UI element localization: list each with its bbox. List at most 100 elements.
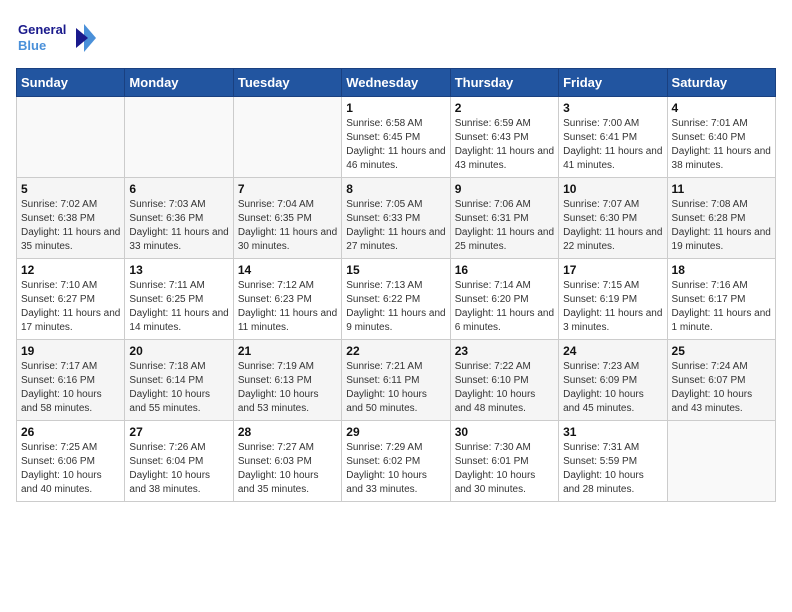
day-info: Sunrise: 7:05 AM Sunset: 6:33 PM Dayligh… [346,198,445,254]
day-number: 25 [672,344,771,358]
day-info: Sunrise: 7:26 AM Sunset: 6:04 PM Dayligh… [129,441,228,497]
header-day: Monday [125,69,233,97]
day-info: Sunrise: 7:00 AM Sunset: 6:41 PM Dayligh… [563,117,662,173]
header-day: Wednesday [342,69,450,97]
calendar-cell: 19 Sunrise: 7:17 AM Sunset: 6:16 PM Dayli… [17,340,125,421]
calendar-cell: 27 Sunrise: 7:26 AM Sunset: 6:04 PM Dayli… [125,421,233,502]
calendar-cell [667,421,775,502]
calendar-cell: 2 Sunrise: 6:59 AM Sunset: 6:43 PM Daylig… [450,97,558,178]
day-info: Sunrise: 7:24 AM Sunset: 6:07 PM Dayligh… [672,360,771,416]
day-number: 21 [238,344,337,358]
calendar-week: 12 Sunrise: 7:10 AM Sunset: 6:27 PM Dayli… [17,259,776,340]
calendar-cell: 23 Sunrise: 7:22 AM Sunset: 6:10 PM Dayli… [450,340,558,421]
day-number: 14 [238,263,337,277]
header-day: Tuesday [233,69,341,97]
calendar-cell: 26 Sunrise: 7:25 AM Sunset: 6:06 PM Dayli… [17,421,125,502]
day-number: 31 [563,425,662,439]
calendar-cell: 24 Sunrise: 7:23 AM Sunset: 6:09 PM Dayli… [559,340,667,421]
calendar-cell: 18Sunrise: 7:16 AM Sunset: 6:17 PM Dayli… [667,259,775,340]
day-info: Sunrise: 7:04 AM Sunset: 6:35 PM Dayligh… [238,198,337,254]
day-info: Sunrise: 7:14 AM Sunset: 6:20 PM Dayligh… [455,279,554,335]
day-number: 9 [455,182,554,196]
day-number: 7 [238,182,337,196]
day-info: Sunrise: 7:22 AM Sunset: 6:10 PM Dayligh… [455,360,554,416]
day-number: 27 [129,425,228,439]
day-info: Sunrise: 7:15 AM Sunset: 6:19 PM Dayligh… [563,279,662,335]
day-info: Sunrise: 7:19 AM Sunset: 6:13 PM Dayligh… [238,360,337,416]
calendar-cell [125,97,233,178]
calendar-cell [233,97,341,178]
day-number: 20 [129,344,228,358]
day-number: 8 [346,182,445,196]
day-number: 13 [129,263,228,277]
calendar-cell: 5Sunrise: 7:02 AM Sunset: 6:38 PM Daylig… [17,178,125,259]
calendar-cell: 29Sunrise: 7:29 AM Sunset: 6:02 PM Dayli… [342,421,450,502]
day-info: Sunrise: 7:02 AM Sunset: 6:38 PM Dayligh… [21,198,120,254]
calendar-week: 1 Sunrise: 6:58 AM Sunset: 6:45 PM Daylig… [17,97,776,178]
day-info: Sunrise: 7:30 AM Sunset: 6:01 PM Dayligh… [455,441,554,497]
svg-text:General: General [18,22,66,37]
day-number: 1 [346,101,445,115]
calendar-cell: 6Sunrise: 7:03 AM Sunset: 6:36 PM Daylig… [125,178,233,259]
calendar-cell: 30 Sunrise: 7:30 AM Sunset: 6:01 PM Dayli… [450,421,558,502]
calendar-cell: 20 Sunrise: 7:18 AM Sunset: 6:14 PM Dayli… [125,340,233,421]
day-info: Sunrise: 7:31 AM Sunset: 5:59 PM Dayligh… [563,441,662,497]
day-number: 26 [21,425,120,439]
calendar-cell: 12 Sunrise: 7:10 AM Sunset: 6:27 PM Dayli… [17,259,125,340]
calendar-cell: 13 Sunrise: 7:11 AM Sunset: 6:25 PM Dayli… [125,259,233,340]
day-info: Sunrise: 7:10 AM Sunset: 6:27 PM Dayligh… [21,279,120,335]
day-info: Sunrise: 6:58 AM Sunset: 6:45 PM Dayligh… [346,117,445,173]
calendar-cell: 28Sunrise: 7:27 AM Sunset: 6:03 PM Dayli… [233,421,341,502]
day-info: Sunrise: 7:06 AM Sunset: 6:31 PM Dayligh… [455,198,554,254]
header-row: SundayMondayTuesdayWednesdayThursdayFrid… [17,69,776,97]
day-number: 16 [455,263,554,277]
calendar-header: SundayMondayTuesdayWednesdayThursdayFrid… [17,69,776,97]
day-number: 4 [672,101,771,115]
day-number: 18 [672,263,771,277]
day-number: 6 [129,182,228,196]
calendar-cell: 3Sunrise: 7:00 AM Sunset: 6:41 PM Daylig… [559,97,667,178]
day-info: Sunrise: 6:59 AM Sunset: 6:43 PM Dayligh… [455,117,554,173]
day-info: Sunrise: 7:18 AM Sunset: 6:14 PM Dayligh… [129,360,228,416]
calendar-table: SundayMondayTuesdayWednesdayThursdayFrid… [16,68,776,502]
day-number: 28 [238,425,337,439]
calendar-week: 19 Sunrise: 7:17 AM Sunset: 6:16 PM Dayli… [17,340,776,421]
day-info: Sunrise: 7:01 AM Sunset: 6:40 PM Dayligh… [672,117,771,173]
day-info: Sunrise: 7:29 AM Sunset: 6:02 PM Dayligh… [346,441,445,497]
calendar-cell: 17 Sunrise: 7:15 AM Sunset: 6:19 PM Dayli… [559,259,667,340]
day-info: Sunrise: 7:21 AM Sunset: 6:11 PM Dayligh… [346,360,445,416]
calendar-week: 26 Sunrise: 7:25 AM Sunset: 6:06 PM Dayli… [17,421,776,502]
calendar-cell: 14Sunrise: 7:12 AM Sunset: 6:23 PM Dayli… [233,259,341,340]
day-info: Sunrise: 7:08 AM Sunset: 6:28 PM Dayligh… [672,198,771,254]
day-number: 12 [21,263,120,277]
calendar-cell: 16 Sunrise: 7:14 AM Sunset: 6:20 PM Dayli… [450,259,558,340]
calendar-cell: 21 Sunrise: 7:19 AM Sunset: 6:13 PM Dayli… [233,340,341,421]
day-number: 22 [346,344,445,358]
day-number: 10 [563,182,662,196]
day-number: 2 [455,101,554,115]
page-header: General Blue [16,16,776,60]
day-number: 24 [563,344,662,358]
day-number: 11 [672,182,771,196]
day-info: Sunrise: 7:23 AM Sunset: 6:09 PM Dayligh… [563,360,662,416]
calendar-body: 1 Sunrise: 6:58 AM Sunset: 6:45 PM Daylig… [17,97,776,502]
logo: General Blue [16,16,96,60]
day-number: 23 [455,344,554,358]
day-number: 17 [563,263,662,277]
calendar-cell: 1 Sunrise: 6:58 AM Sunset: 6:45 PM Daylig… [342,97,450,178]
day-info: Sunrise: 7:17 AM Sunset: 6:16 PM Dayligh… [21,360,120,416]
calendar-cell: 11 Sunrise: 7:08 AM Sunset: 6:28 PM Dayli… [667,178,775,259]
day-number: 15 [346,263,445,277]
day-number: 30 [455,425,554,439]
header-day: Friday [559,69,667,97]
calendar-cell: 31 Sunrise: 7:31 AM Sunset: 5:59 PM Dayli… [559,421,667,502]
calendar-cell: 8 Sunrise: 7:05 AM Sunset: 6:33 PM Daylig… [342,178,450,259]
logo-svg: General Blue [16,16,96,60]
calendar-cell: 10Sunrise: 7:07 AM Sunset: 6:30 PM Dayli… [559,178,667,259]
day-info: Sunrise: 7:25 AM Sunset: 6:06 PM Dayligh… [21,441,120,497]
calendar-cell [17,97,125,178]
header-day: Sunday [17,69,125,97]
calendar-cell: 15Sunrise: 7:13 AM Sunset: 6:22 PM Dayli… [342,259,450,340]
day-number: 19 [21,344,120,358]
day-info: Sunrise: 7:11 AM Sunset: 6:25 PM Dayligh… [129,279,228,335]
